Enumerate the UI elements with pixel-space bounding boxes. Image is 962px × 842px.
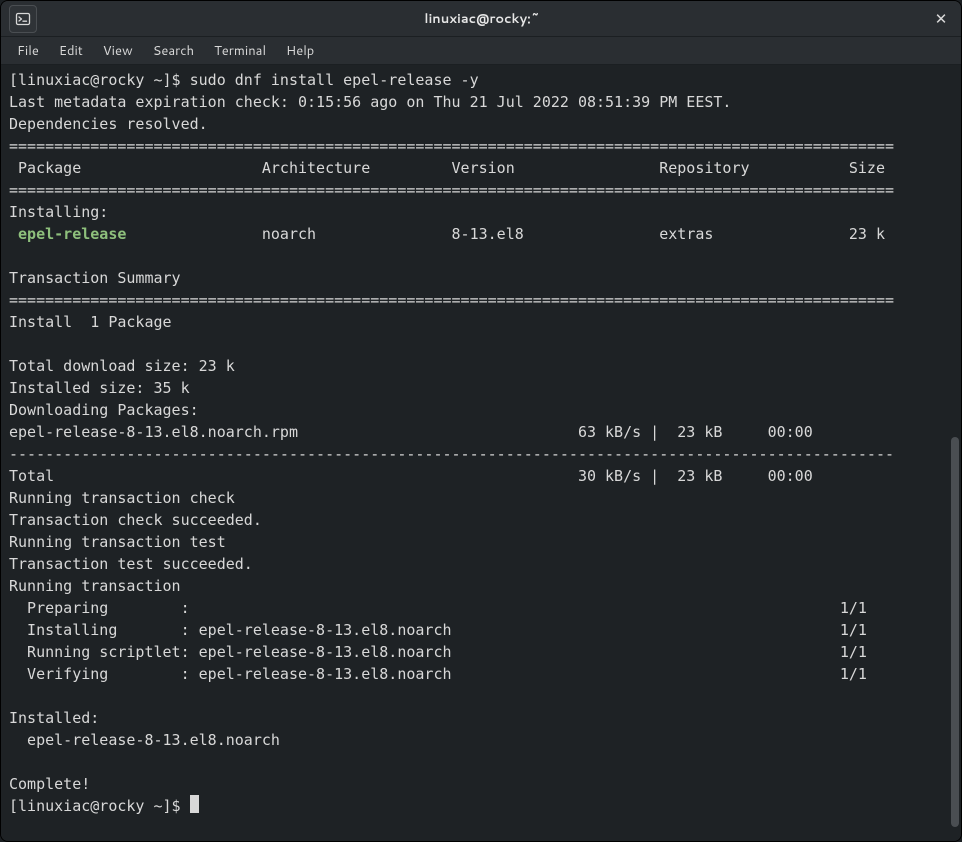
menu-search[interactable]: Search — [143, 38, 204, 64]
output-line: Downloading Packages: — [9, 401, 199, 419]
output-line: Transaction check succeeded. — [9, 511, 262, 529]
close-button[interactable]: ✕ — [927, 5, 955, 33]
new-tab-button[interactable] — [9, 5, 37, 33]
command-text: sudo dnf install epel-release -y — [190, 71, 479, 89]
menu-edit[interactable]: Edit — [49, 38, 93, 64]
cursor — [190, 795, 199, 813]
prompt: [linuxiac@rocky ~]$ — [9, 797, 190, 815]
menubar: File Edit View Search Terminal Help — [1, 37, 961, 65]
output-line: Total download size: 23 k — [9, 357, 235, 375]
output-line: epel-release-8-13.el8.noarch.rpm 63 kB/s… — [9, 423, 849, 441]
output-line: Running transaction — [9, 577, 181, 595]
separator-line: ========================================… — [9, 291, 894, 309]
output-line: Last metadata expiration check: 0:15:56 … — [9, 93, 731, 111]
section-header: Installing: — [9, 203, 108, 221]
menu-terminal[interactable]: Terminal — [204, 38, 276, 64]
package-row-rest: noarch 8-13.el8 extras 23 k — [126, 225, 885, 243]
output-line: Running transaction test — [9, 533, 226, 551]
output-line: Install 1 Package — [9, 313, 172, 331]
menu-file[interactable]: File — [7, 38, 49, 64]
package-name: epel-release — [9, 225, 126, 243]
output-line: Running transaction check — [9, 489, 235, 507]
menu-view[interactable]: View — [93, 38, 143, 64]
terminal-output: [linuxiac@rocky ~]$ sudo dnf install epe… — [9, 69, 953, 817]
output-line: Transaction test succeeded. — [9, 555, 253, 573]
output-line: Installing : epel-release-8-13.el8.noarc… — [9, 621, 876, 639]
output-line: Preparing : 1/1 — [9, 599, 876, 617]
separator-line: ========================================… — [9, 137, 894, 155]
prompt: [linuxiac@rocky ~]$ — [9, 71, 190, 89]
output-line: Complete! — [9, 775, 90, 793]
section-header: Transaction Summary — [9, 269, 181, 287]
output-line: Verifying : epel-release-8-13.el8.noarch… — [9, 665, 876, 683]
separator-line: ========================================… — [9, 181, 894, 199]
output-line: epel-release-8-13.el8.noarch — [9, 731, 894, 749]
terminal-icon — [15, 11, 31, 27]
terminal-area[interactable]: [linuxiac@rocky ~]$ sudo dnf install epe… — [1, 65, 961, 841]
output-line: Running scriptlet: epel-release-8-13.el8… — [9, 643, 876, 661]
scrollbar-thumb[interactable] — [951, 437, 959, 827]
close-icon: ✕ — [935, 8, 948, 29]
output-line: Dependencies resolved. — [9, 115, 208, 133]
output-line: Installed size: 35 k — [9, 379, 190, 397]
menu-help[interactable]: Help — [276, 38, 324, 64]
output-line: Total 30 kB/s | 23 kB 00:00 — [9, 467, 858, 485]
section-header: Installed: — [9, 709, 99, 727]
separator-line: ----------------------------------------… — [9, 445, 894, 463]
table-header: Package Architecture Version Repository … — [9, 159, 885, 177]
window-title: linuxiac@rocky:~ — [37, 10, 927, 28]
titlebar[interactable]: linuxiac@rocky:~ ✕ — [1, 1, 961, 37]
terminal-window: linuxiac@rocky:~ ✕ File Edit View Search… — [0, 0, 962, 842]
